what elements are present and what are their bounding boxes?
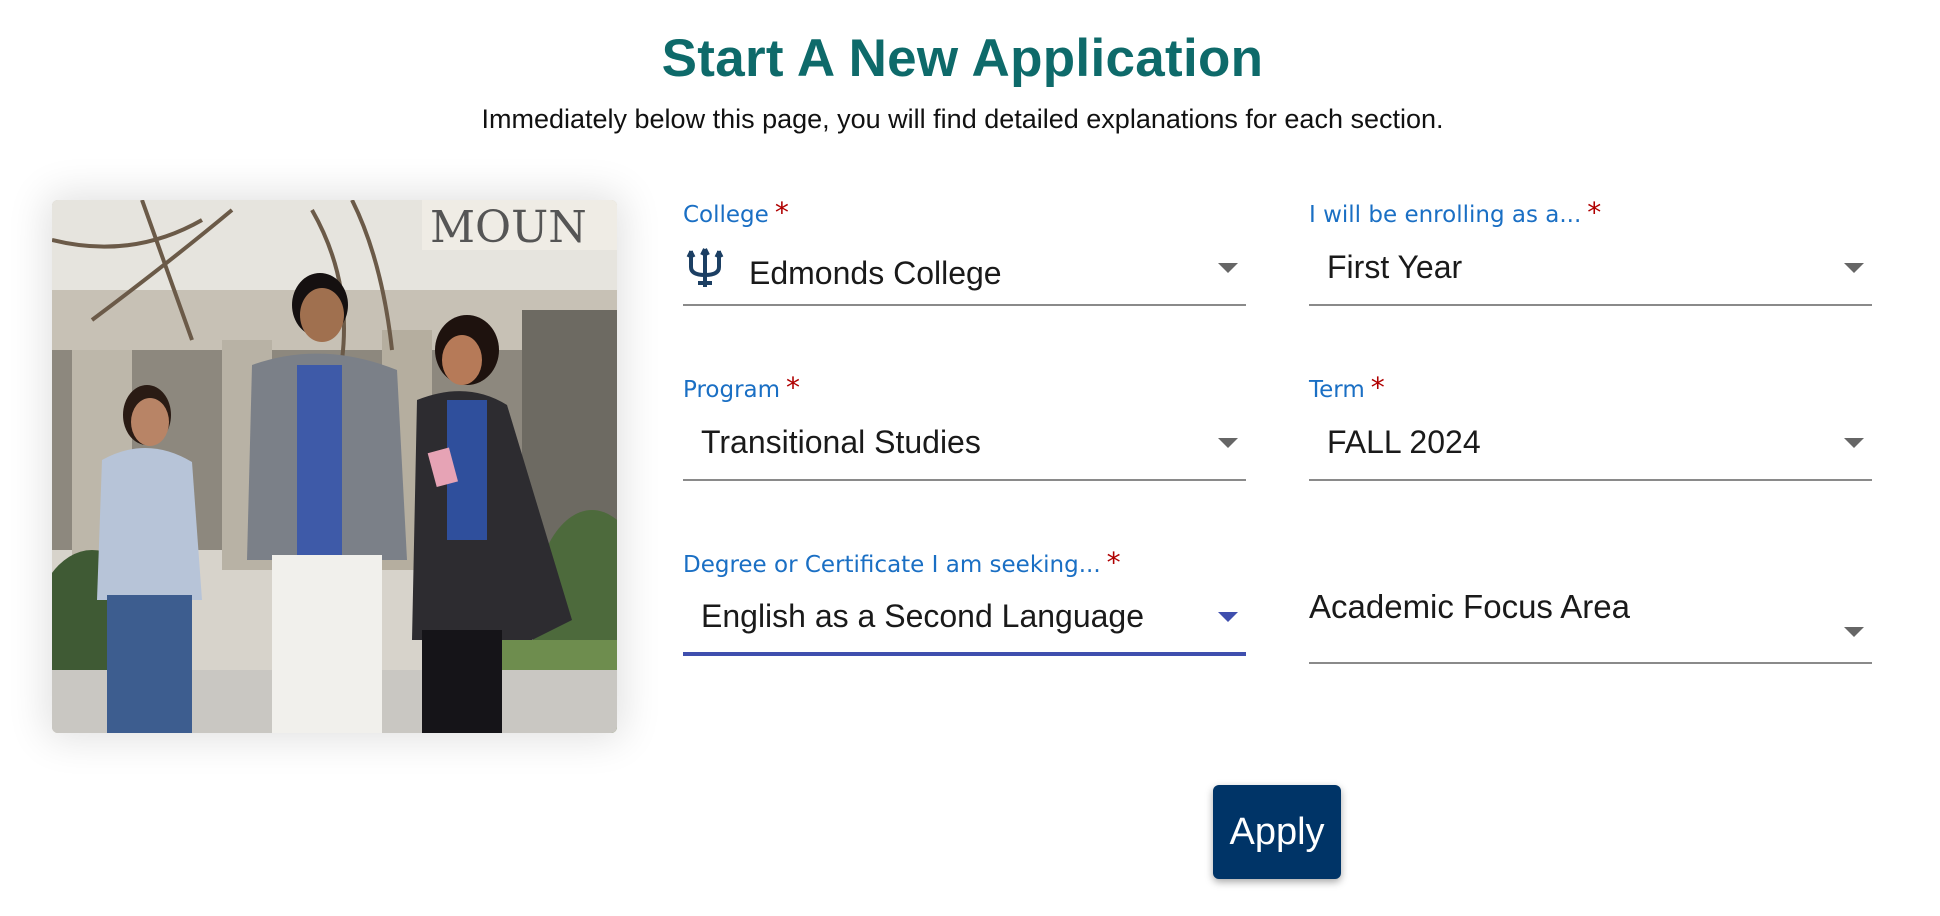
college-select[interactable]: Edmonds College	[683, 230, 1246, 306]
college-field: College * Edmonds College	[683, 196, 1246, 306]
chevron-down-icon	[1218, 263, 1238, 273]
term-label: Term *	[1309, 371, 1385, 404]
chevron-down-icon	[1218, 612, 1238, 622]
focus-area-select[interactable]: Academic Focus Area	[1309, 580, 1872, 664]
program-value: Transitional Studies	[701, 423, 981, 460]
page-title: Start A New Application	[661, 29, 1264, 88]
chevron-down-icon	[1844, 438, 1864, 448]
trident-icon	[685, 245, 725, 289]
apply-button[interactable]: Apply	[1213, 785, 1341, 879]
chevron-down-icon	[1218, 438, 1238, 448]
enrolling-as-value: First Year	[1327, 248, 1463, 285]
enrolling-as-select[interactable]: First Year	[1309, 230, 1872, 306]
enrolling-as-label: I will be enrolling as a... *	[1309, 196, 1602, 229]
required-asterisk: *	[786, 371, 801, 404]
students-photo: MOUN	[52, 200, 617, 733]
term-value: FALL 2024	[1327, 423, 1481, 460]
program-field: Program * Transitional Studies	[683, 371, 1246, 481]
degree-value: English as a Second Language	[701, 597, 1145, 634]
chevron-down-icon	[1844, 627, 1864, 637]
degree-select[interactable]: English as a Second Language	[683, 580, 1246, 656]
focus-area-field: Academic Focus Area	[1309, 580, 1872, 664]
chevron-down-icon	[1844, 263, 1864, 273]
required-asterisk: *	[1370, 371, 1385, 404]
building-sign-text: MOUN	[430, 202, 587, 253]
enrolling-as-field: I will be enrolling as a... * First Year	[1309, 196, 1872, 306]
required-asterisk: *	[774, 196, 789, 229]
required-asterisk: *	[1106, 546, 1121, 579]
page-subtitle: Immediately below this page, you will fi…	[481, 104, 1444, 134]
college-label: College *	[683, 196, 789, 229]
program-label: Program *	[683, 371, 801, 404]
program-select[interactable]: Transitional Studies	[683, 405, 1246, 481]
required-asterisk: *	[1587, 196, 1602, 229]
degree-field: Degree or Certificate I am seeking... * E…	[683, 546, 1246, 656]
students-walking-photo: MOUN	[52, 200, 617, 733]
college-value: Edmonds College	[749, 254, 1002, 291]
focus-area-placeholder: Academic Focus Area	[1309, 588, 1630, 625]
degree-label: Degree or Certificate I am seeking... *	[683, 546, 1121, 579]
term-field: Term * FALL 2024	[1309, 371, 1872, 481]
term-select[interactable]: FALL 2024	[1309, 405, 1872, 481]
